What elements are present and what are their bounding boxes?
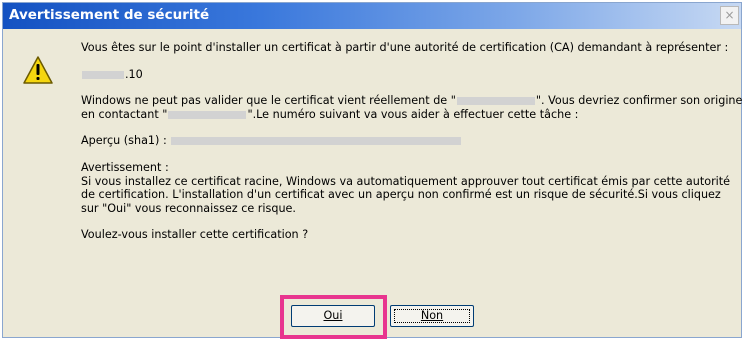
intro-text: Vous êtes sur le point d'installer un ce… xyxy=(81,41,729,54)
thumbprint-label: Aperçu (sha1) : xyxy=(81,134,167,148)
host-suffix: .10 xyxy=(125,67,143,81)
focus-rectangle xyxy=(394,309,470,323)
security-warning-dialog: Avertissement de sécurité × Vous êtes su… xyxy=(2,2,742,339)
redacted-host-2 xyxy=(456,97,535,106)
dialog-title: Avertissement de sécurité xyxy=(9,7,210,23)
validate-text-1a: Windows ne peut pas valider que le certi… xyxy=(81,94,456,108)
install-question: Voulez-vous installer cette certificatio… xyxy=(81,228,309,242)
warning-heading: Avertissement : xyxy=(81,160,169,174)
validate-text-1b: ". Vous devriez confirmer son origine xyxy=(535,94,743,108)
redacted-host-3 xyxy=(168,110,247,119)
validate-text-2a: en contactant " xyxy=(81,107,168,121)
validate-line-2: en contactant " ".Le numéro suivant va vo… xyxy=(81,108,731,122)
close-button[interactable]: × xyxy=(720,6,739,25)
warning-body: Si vous installez ce certificat racine, … xyxy=(81,174,731,215)
dialog-content: Vous êtes sur le point d'installer un ce… xyxy=(81,41,742,242)
title-bar[interactable]: Avertissement de sécurité × xyxy=(3,3,741,29)
validate-line-1: Windows ne peut pas valider que le certi… xyxy=(81,94,742,108)
host-line: .10 xyxy=(81,68,731,82)
validate-text-2b: ".Le numéro suivant va vous aider à effe… xyxy=(247,107,579,121)
redacted-thumbprint xyxy=(171,137,462,146)
close-icon: × xyxy=(724,8,735,22)
no-button[interactable]: Non xyxy=(390,305,474,327)
thumbprint-line: Aperçu (sha1) : xyxy=(81,134,731,148)
yes-button-highlight xyxy=(280,295,387,339)
redacted-host xyxy=(82,70,124,79)
warning-icon xyxy=(23,56,53,84)
